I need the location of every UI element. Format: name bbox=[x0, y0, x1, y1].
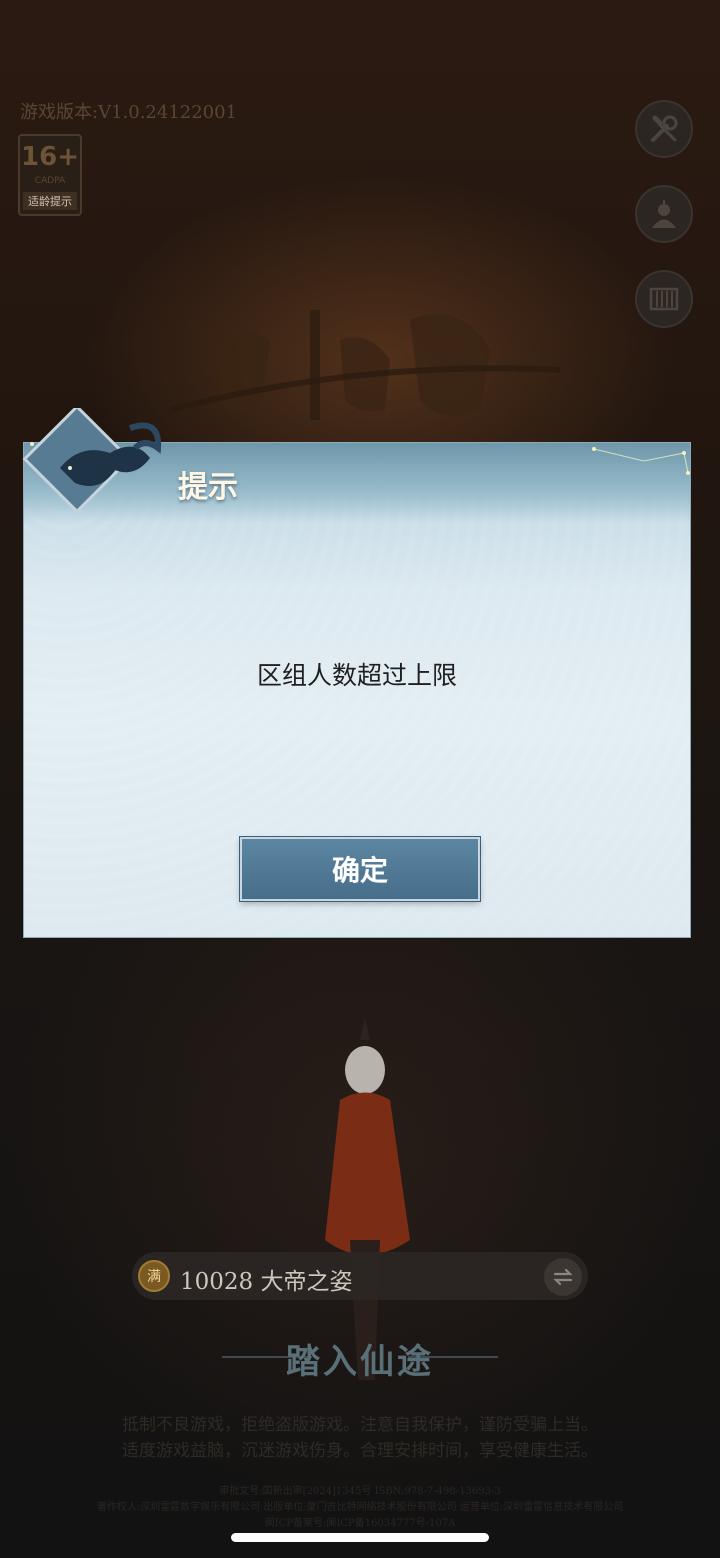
enter-game-label: 踏入仙途 bbox=[286, 1341, 434, 1382]
settings-button[interactable] bbox=[635, 100, 693, 158]
dialog-title: 提示 bbox=[178, 470, 238, 505]
server-selector[interactable]: 满 10028 大帝之姿 bbox=[132, 1252, 588, 1300]
legal-line: 审批文号:国新出审[2024]1345号 ISBN:978-7-498-1369… bbox=[219, 1486, 501, 1497]
home-indicator[interactable] bbox=[231, 1533, 489, 1542]
age-rating-badge[interactable]: 16+ CADPA 适龄提示 bbox=[18, 134, 82, 216]
health-notice-line: 抵制不良游戏，拒绝盗版游戏。注意自我保护，谨防受骗上当。 bbox=[122, 1415, 598, 1435]
age-rating-tip: 适龄提示 bbox=[23, 192, 77, 210]
wrench-screwdriver-icon bbox=[651, 115, 678, 142]
announcement-button[interactable] bbox=[635, 270, 693, 328]
switch-server-button[interactable] bbox=[544, 1258, 582, 1296]
server-name: 10028 大帝之姿 bbox=[180, 1269, 353, 1295]
game-logo bbox=[169, 310, 561, 420]
confirm-button[interactable]: 确定 bbox=[240, 837, 480, 901]
legal-line: 闽ICP备案号:闽ICP备16034777号-107A bbox=[264, 1518, 456, 1529]
account-button[interactable] bbox=[635, 185, 693, 243]
health-notice-line: 适度游戏益脑，沉迷游戏伤身。合理安排时间，享受健康生活。 bbox=[122, 1441, 598, 1461]
dialog-message: 区组人数超过上限 bbox=[256, 661, 457, 690]
spirit-fox-emblem bbox=[22, 408, 162, 514]
server-status-badge: 满 bbox=[138, 1260, 170, 1292]
version-label: 游戏版本:V1.0.24122001 bbox=[20, 102, 238, 123]
legal-line: 著作权人:深圳雷霆数字娱乐有限公司 出版单位:厦门吉比特网络技术股份有限公司 运… bbox=[96, 1502, 624, 1513]
enter-game-button[interactable]: 踏入仙途 bbox=[210, 1328, 510, 1388]
scroll-icon bbox=[649, 287, 679, 311]
legal-footer: 审批文号:国新出审[2024]1345号 ISBN:978-7-498-1369… bbox=[0, 1484, 720, 1532]
constellation-decoration bbox=[592, 447, 690, 475]
health-notice: 抵制不良游戏，拒绝盗版游戏。注意自我保护，谨防受骗上当。 适度游戏益脑，沉迷游戏… bbox=[60, 1412, 660, 1464]
swap-arrows-icon bbox=[553, 1268, 573, 1286]
account-icon bbox=[652, 200, 676, 228]
age-rating-org: CADPA bbox=[34, 176, 66, 186]
confirm-button-label: 确定 bbox=[331, 854, 388, 887]
age-rating-number: 16+ bbox=[21, 142, 79, 172]
